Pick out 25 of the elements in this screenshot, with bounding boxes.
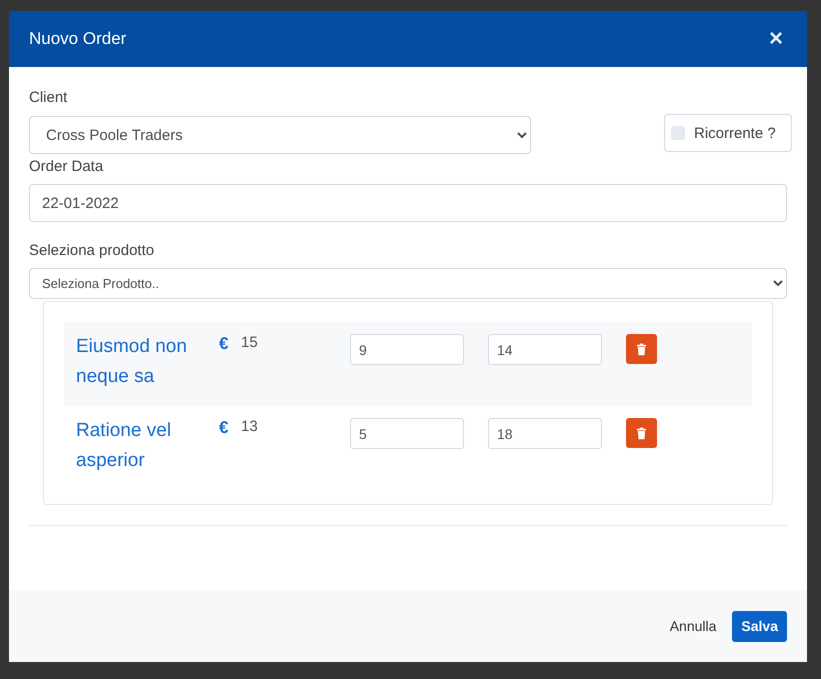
client-select[interactable]: Cross Poole Traders [29,116,531,154]
product-price: 13 [241,418,259,435]
trash-icon [636,426,647,440]
close-button[interactable]: × [764,27,787,51]
field-label: Seleziona prodotto [29,242,154,259]
quantity-input[interactable]: 9 [350,334,464,365]
dialog-title: Nuovo Order [29,29,126,49]
product-name[interactable]: Eiusmod non neque sa [76,332,206,392]
field-label: Order Data [29,158,104,175]
field-label: Client [29,89,68,106]
trash-icon [636,342,647,356]
cancel-button[interactable]: Annulla [664,610,722,642]
save-button[interactable]: Salva [732,610,787,642]
delete-button[interactable] [626,418,657,448]
product-select[interactable]: Seleziona Prodotto.. [29,268,787,299]
number-input[interactable]: 18 [488,418,602,449]
product-price: 15 [241,334,259,351]
currency-symbol: € [219,334,230,354]
product-name[interactable]: Ratione vel asperior [76,416,206,476]
number-input[interactable]: 14 [488,334,602,365]
quantity-input[interactable]: 5 [350,418,464,449]
delete-button[interactable] [626,334,657,364]
recurring-checkbox[interactable]: Ricorrente ? [664,114,792,152]
currency-symbol: € [219,418,230,438]
date-input[interactable]: 22-01-2022 [29,184,787,222]
